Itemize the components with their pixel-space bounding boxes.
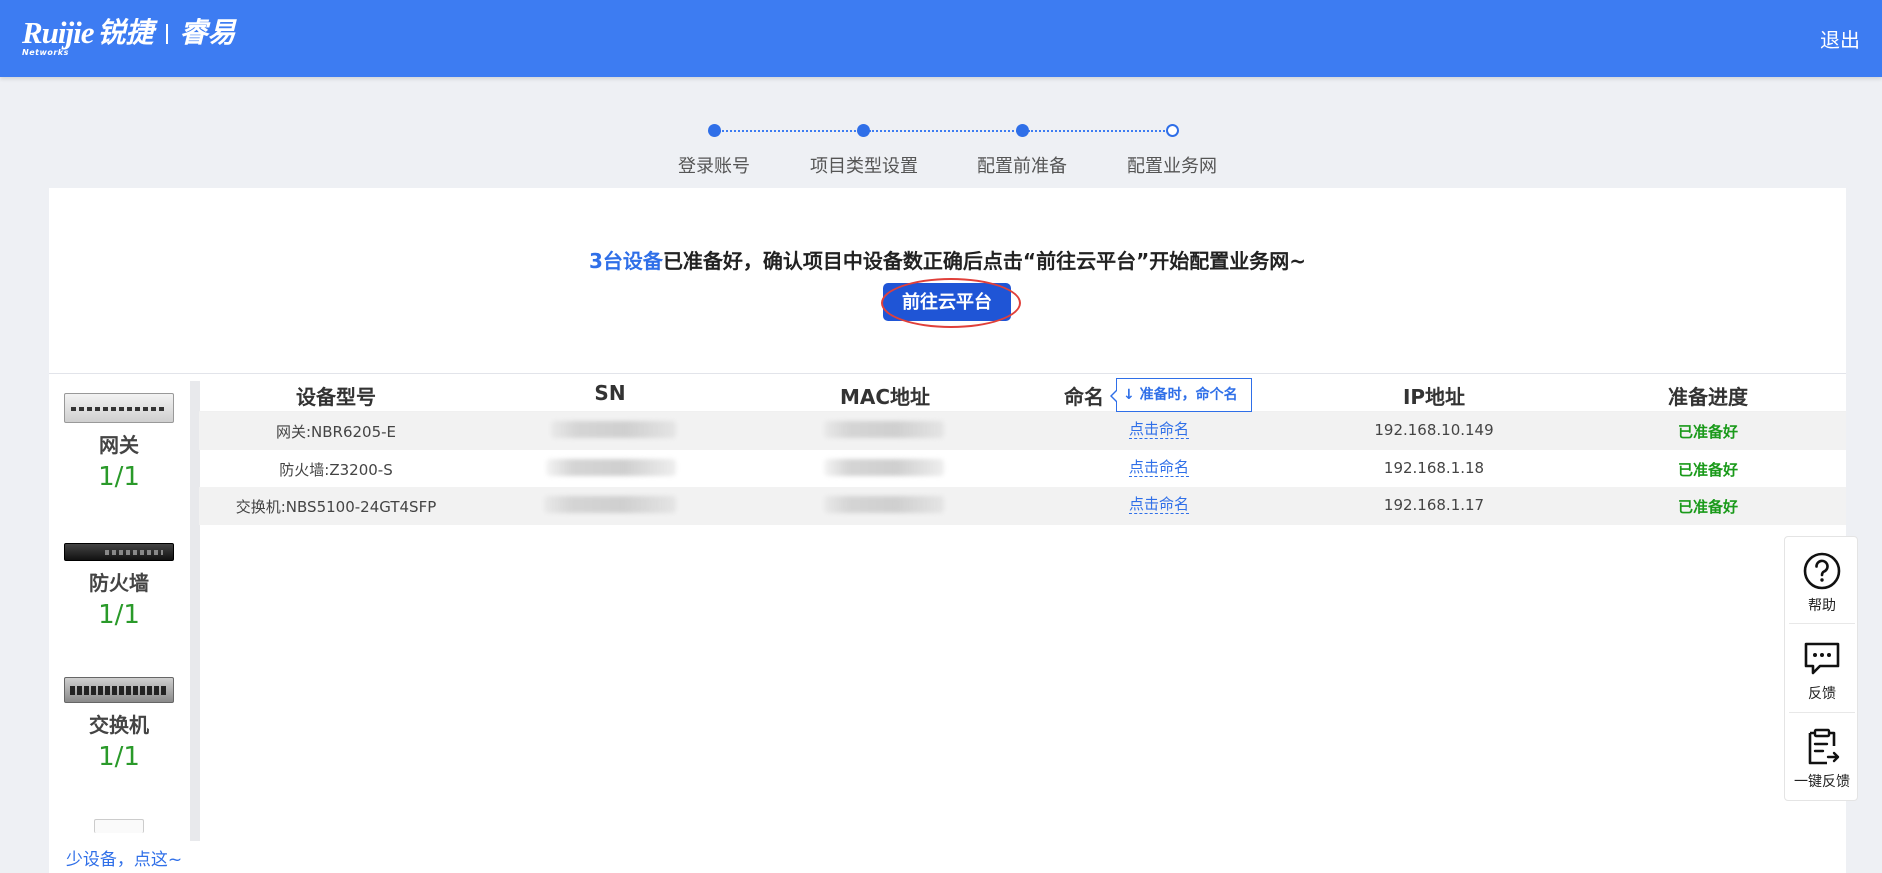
logo-product: 睿易 (179, 16, 236, 49)
device-item-switch: 交换机 1/1 (49, 677, 189, 772)
device-item-gateway: 网关 1/1 (49, 393, 189, 492)
table-row: 防火墙:Z3200-S 点击命名 192.168.1.18 已准备好 (199, 450, 1846, 488)
click-to-name-link[interactable]: 点击命名 (1128, 421, 1190, 439)
column-header-mac: MAC地址 (839, 385, 931, 409)
step-dot-done (857, 124, 870, 137)
table-header: 设备型号 SN MAC地址 命名 IP地址 准备进度 ↓ 准备时，命个名 (199, 375, 1846, 412)
step-label-pre-config: 配置前准备 (977, 156, 1067, 177)
cell-model: 防火墙:Z3200-S (279, 460, 393, 479)
device-count-highlight: 3台设备 (589, 249, 663, 273)
status-ready: 已准备好 (1677, 423, 1739, 441)
column-header-name: 命名 (1064, 385, 1104, 409)
column-header-ip: IP地址 (1402, 385, 1466, 409)
step-connector (1028, 130, 1173, 132)
help-label: 帮助 (1808, 598, 1836, 614)
switch-device-image (64, 677, 174, 703)
name-tip-tooltip: ↓ 准备时，命个名 (1110, 378, 1252, 412)
logo-brand: Ruijie (22, 15, 95, 50)
logo-networks: Networks (22, 48, 69, 57)
panel-divider (1789, 623, 1855, 624)
main-card: 3台设备已准备好，确认项目中设备数正确后点击“前往云平台”开始配置业务网~ 前往… (49, 188, 1846, 873)
status-ready: 已准备好 (1677, 498, 1739, 516)
logout-button[interactable]: 退出 (1820, 24, 1860, 53)
floating-help-panel: 帮助 反馈 一键反馈 (1784, 536, 1858, 801)
sn-redacted (551, 421, 676, 438)
top-bar: Ruijie Networks 锐捷 睿易 退出 (0, 0, 1882, 77)
device-count: 1/1 (98, 462, 140, 492)
step-connector (869, 130, 1021, 132)
column-header-status: 准备进度 (1668, 385, 1748, 409)
feedback-label: 反馈 (1808, 686, 1836, 702)
device-name: 网关 (99, 433, 139, 457)
column-header-model: 设备型号 (296, 385, 376, 409)
table-row: 交换机:NBS5100-24GT4SFP 点击命名 192.168.1.17 已… (199, 487, 1846, 525)
help-icon (1803, 552, 1841, 590)
device-table: 设备型号 SN MAC地址 命名 IP地址 准备进度 ↓ 准备时，命个名 网关:… (199, 375, 1846, 525)
device-name: 交换机 (89, 713, 149, 737)
step-label-project-type: 项目类型设置 (810, 156, 918, 177)
cell-ip: 192.168.1.17 (1383, 496, 1485, 514)
sn-redacted (544, 496, 676, 513)
arrow-down-icon: ↓ (1123, 387, 1135, 403)
go-to-cloud-button[interactable]: 前往云平台 (883, 283, 1011, 321)
click-to-name-link[interactable]: 点击命名 (1128, 496, 1190, 514)
ready-message: 3台设备已准备好，确认项目中设备数正确后点击“前往云平台”开始配置业务网~ (49, 245, 1846, 274)
feedback-button[interactable]: 反馈 (1785, 625, 1859, 713)
firewall-device-image (64, 543, 174, 561)
quick-feedback-label: 一键反馈 (1794, 774, 1850, 790)
column-header-sn: SN (594, 381, 626, 405)
device-summary-panel: 网关 1/1 防火墙 1/1 交换机 1/1 少设备，点这~ (49, 375, 200, 873)
step-connector (719, 130, 863, 132)
device-count: 1/1 (98, 600, 140, 630)
ready-banner: 3台设备已准备好，确认项目中设备数正确后点击“前往云平台”开始配置业务网~ 前往… (49, 188, 1846, 374)
logo-divider (165, 24, 168, 44)
few-devices-link[interactable]: 少设备，点这~ (49, 845, 199, 870)
device-count: 1/1 (98, 742, 140, 772)
mac-redacted (824, 496, 944, 513)
device-item-partial (49, 819, 189, 833)
step-dot-done (1016, 124, 1029, 137)
click-to-name-link[interactable]: 点击命名 (1128, 458, 1190, 477)
ap-device-image (94, 819, 144, 833)
logo-cn-brand: 锐捷 (97, 16, 154, 49)
cell-model: 网关:NBR6205-E (275, 423, 397, 441)
table-row: 网关:NBR6205-E 点击命名 192.168.10.149 已准备好 (199, 412, 1846, 450)
mac-redacted (824, 458, 944, 476)
sn-redacted (546, 458, 676, 476)
device-name: 防火墙 (89, 571, 149, 595)
help-button[interactable]: 帮助 (1785, 537, 1859, 625)
name-tip-text: 准备时，命个名 (1139, 387, 1238, 403)
step-label-login: 登录账号 (678, 156, 750, 177)
clipboard-export-icon (1808, 728, 1840, 765)
ready-message-text: 已准备好，确认项目中设备数正确后点击“前往云平台”开始配置业务网~ (662, 249, 1306, 273)
cell-ip: 192.168.10.149 (1374, 421, 1494, 439)
ruijie-logo: Ruijie Networks 锐捷 睿易 (22, 15, 236, 57)
progress-stepper: 登录账号 项目类型设置 配置前准备 配置业务网 (0, 118, 1882, 178)
mac-redacted (824, 421, 944, 438)
step-dot-done (708, 124, 721, 137)
step-dot-pending (1166, 124, 1179, 137)
status-ready: 已准备好 (1677, 460, 1739, 479)
step-label-business-network: 配置业务网 (1127, 156, 1217, 177)
chat-bubble-icon (1804, 642, 1840, 675)
cell-model: 交换机:NBS5100-24GT4SFP (235, 498, 437, 516)
quick-feedback-button[interactable]: 一键反馈 (1785, 713, 1859, 801)
gateway-device-image (64, 393, 174, 423)
device-item-firewall: 防火墙 1/1 (49, 543, 189, 630)
cell-ip: 192.168.1.18 (1383, 458, 1485, 477)
